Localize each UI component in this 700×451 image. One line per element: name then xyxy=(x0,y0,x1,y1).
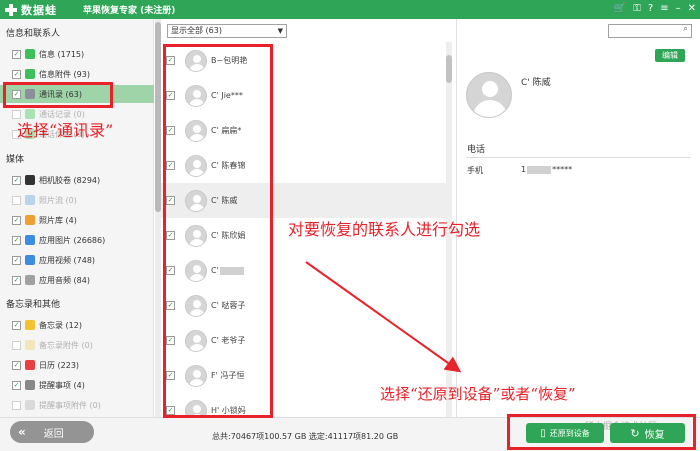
mobile-value: 1 ***** xyxy=(521,165,572,174)
category-icon xyxy=(25,255,35,265)
sidebar-item[interactable]: 照片流 (0) xyxy=(0,191,154,209)
sidebar-item[interactable]: 提醒事项附件 (0) xyxy=(0,396,154,414)
annotation-check-contacts: 对要恢复的联系人进行勾选 xyxy=(288,220,481,239)
section-messages-contacts: 信息和联系人 xyxy=(6,29,61,39)
title-bar: 数据蛙 苹果恢复专家 (未注册) 🛒 ⚿? ≡ – ✕ xyxy=(0,0,700,19)
section-notes-other: 备忘录和其他 xyxy=(6,300,61,310)
category-checkbox[interactable] xyxy=(12,340,21,350)
search-icon: ⌕ xyxy=(682,24,688,34)
category-icon xyxy=(25,380,35,390)
category-icon xyxy=(25,69,35,79)
sidebar-item[interactable]: ✓ 日历 (223) xyxy=(0,356,154,374)
sidebar-item[interactable]: ✓ 应用图片 (26686) xyxy=(0,231,154,249)
back-button[interactable]: « 返回 xyxy=(10,421,94,443)
category-icon xyxy=(25,215,35,225)
app-title: 苹果恢复专家 (未注册) xyxy=(83,6,176,16)
annotation-box-restore-buttons xyxy=(507,414,696,450)
category-checkbox[interactable] xyxy=(12,400,21,410)
window-controls: 🛒 ⚿? ≡ – ✕ xyxy=(614,2,696,16)
mobile-suffix: ***** xyxy=(552,165,573,174)
sidebar-item-label: 应用视频 (748) xyxy=(39,255,96,265)
mobile-label: 手机 xyxy=(467,166,483,175)
sidebar-item-label: 应用图片 (26686) xyxy=(39,235,106,245)
category-icon xyxy=(25,340,35,350)
category-icon xyxy=(25,275,35,285)
sidebar-item-label: 信息 (1715) xyxy=(39,49,85,59)
double-chevron-left-icon: « xyxy=(18,425,26,439)
sidebar-item[interactable]: ✓ 信息 (1715) xyxy=(0,45,154,63)
sidebar-item-label: 照片库 (4) xyxy=(39,215,77,225)
sidebar-item-label: 提醒事项附件 (0) xyxy=(39,400,101,410)
filter-dropdown-value: 显示全部 (63) xyxy=(171,26,222,35)
category-checkbox[interactable]: ✓ xyxy=(12,255,21,265)
minimize-icon[interactable]: – xyxy=(676,2,681,16)
category-icon xyxy=(25,49,35,59)
sidebar-item[interactable]: ✓ 照片库 (4) xyxy=(0,211,154,229)
sidebar-item-label: 备忘录附件 (0) xyxy=(39,340,93,350)
edit-button[interactable]: 编辑 xyxy=(655,49,685,62)
sidebar-item[interactable]: ✓ 相机胶卷 (8294) xyxy=(0,171,154,189)
section-media: 媒体 xyxy=(6,155,25,165)
sidebar-item-label: 备忘录 (12) xyxy=(39,320,82,330)
sidebar-item-label: 信息附件 (93) xyxy=(39,69,90,79)
annotation-select-contacts: 选择“通讯录” xyxy=(17,121,114,140)
category-icon xyxy=(25,195,35,205)
category-checkbox[interactable]: ✓ xyxy=(12,275,21,285)
category-checkbox[interactable] xyxy=(12,195,21,205)
plus-logo-icon xyxy=(5,3,17,16)
app-logo: 数据蛙 xyxy=(5,2,57,18)
redacted-block xyxy=(527,165,552,174)
annotation-box-contacts-category xyxy=(3,82,113,108)
sidebar-item-label: 相机胶卷 (8294) xyxy=(39,175,101,185)
sidebar-item-label: 应用音频 (84) xyxy=(39,275,90,285)
category-icon xyxy=(25,235,35,245)
brand-name: 数据蛙 xyxy=(21,3,57,17)
search-input[interactable]: ⌕ xyxy=(608,24,692,38)
filter-dropdown[interactable]: 显示全部 (63) ▼ xyxy=(167,24,287,38)
category-icon xyxy=(25,175,35,185)
sidebar-item[interactable]: 备忘录附件 (0) xyxy=(0,336,154,354)
category-icon xyxy=(25,360,35,370)
sidebar-item-label: 提醒事项 (4) xyxy=(39,380,85,390)
sidebar-item[interactable]: ✓ 信息附件 (93) xyxy=(0,65,154,83)
sidebar-item[interactable]: ✓ 备忘录 (12) xyxy=(0,316,154,334)
contact-avatar-large xyxy=(466,72,512,118)
category-checkbox[interactable]: ✓ xyxy=(12,360,21,370)
mobile-prefix: 1 xyxy=(521,165,527,174)
phone-section-label: 电话 xyxy=(467,145,486,155)
category-icon xyxy=(25,400,35,410)
back-label: 返回 xyxy=(43,428,64,440)
chevron-down-icon: ▼ xyxy=(277,27,283,35)
sidebar-item[interactable]: ✓ 应用视频 (748) xyxy=(0,251,154,269)
sidebar-item[interactable]: ✓ 应用音频 (84) xyxy=(0,271,154,289)
category-checkbox[interactable]: ✓ xyxy=(12,69,21,79)
question-icon[interactable]: ? xyxy=(648,2,653,16)
sidebar-item-label: 照片流 (0) xyxy=(39,195,77,205)
category-checkbox[interactable]: ✓ xyxy=(12,175,21,185)
category-checkbox[interactable]: ✓ xyxy=(12,320,21,330)
annotation-box-contact-list xyxy=(163,44,273,418)
category-checkbox[interactable]: ✓ xyxy=(12,49,21,59)
sidebar-item-label: 日历 (223) xyxy=(39,360,80,370)
annotation-choose-restore: 选择“还原到设备”或者“恢复” xyxy=(380,385,576,403)
category-checkbox[interactable]: ✓ xyxy=(12,380,21,390)
contact-list-scrollbar-thumb[interactable] xyxy=(446,55,452,83)
key-icon[interactable]: ⚿ xyxy=(633,2,641,16)
cart-icon[interactable]: 🛒 xyxy=(614,2,626,16)
contact-name: C' 陈威 xyxy=(521,78,551,88)
divider xyxy=(466,157,691,158)
category-checkbox[interactable]: ✓ xyxy=(12,215,21,225)
category-checkbox[interactable]: ✓ xyxy=(12,235,21,245)
sidebar-item[interactable]: ✓ 提醒事项 (4) xyxy=(0,376,154,394)
selection-totals: 总共:70467项100.57 GB 选定:41117项81.20 GB xyxy=(212,432,399,441)
menu-icon[interactable]: ≡ xyxy=(660,2,668,16)
category-icon xyxy=(25,320,35,330)
close-icon[interactable]: ✕ xyxy=(688,2,696,16)
